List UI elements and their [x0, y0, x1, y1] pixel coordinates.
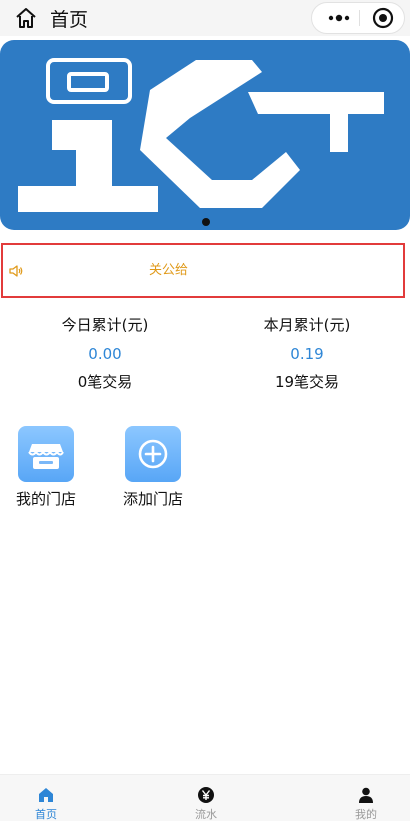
month-label: 本月累计(元): [263, 316, 351, 334]
mini-program-capsule: [311, 2, 405, 34]
month-amount: 0.19: [290, 345, 324, 363]
add-store-label: 添加门店: [122, 490, 183, 508]
today-amount: 0.00: [88, 345, 122, 363]
page-title: 首页: [50, 9, 89, 31]
more-dots-icon[interactable]: [322, 3, 356, 33]
yen-icon: [197, 786, 215, 804]
today-transactions: 0笔交易: [77, 373, 133, 391]
bottom-tabbar: 首页 流水 我的: [0, 774, 410, 821]
top-bar: 首页: [0, 0, 410, 36]
home-icon[interactable]: [14, 6, 38, 30]
my-store-button[interactable]: 我的门店: [11, 426, 81, 509]
capsule-divider: [359, 10, 360, 26]
speaker-icon: [8, 263, 24, 279]
add-store-button[interactable]: 添加门店: [118, 426, 188, 509]
home-icon: [37, 786, 55, 804]
tab-flow[interactable]: 流水: [171, 775, 241, 822]
notice-text: 关公给: [149, 263, 189, 278]
my-store-label: 我的门店: [15, 490, 76, 508]
target-close-icon[interactable]: [372, 7, 394, 29]
add-circle-icon: [125, 426, 181, 482]
today-label: 今日累计(元): [61, 316, 149, 334]
tab-me[interactable]: 我的: [331, 775, 401, 822]
notice-bar[interactable]: 关公给: [1, 243, 405, 298]
carousel-indicator[interactable]: [202, 218, 210, 226]
user-icon: [357, 786, 375, 804]
banner-carousel[interactable]: [0, 40, 410, 230]
month-stats: 本月累计(元) 0.19 19笔交易: [227, 314, 387, 392]
tab-home[interactable]: 首页: [11, 775, 81, 822]
store-icon: [18, 426, 74, 482]
banner-logo-image: [0, 40, 410, 230]
month-transactions: 19笔交易: [274, 373, 340, 391]
today-stats: 今日累计(元) 0.00 0笔交易: [25, 314, 185, 392]
